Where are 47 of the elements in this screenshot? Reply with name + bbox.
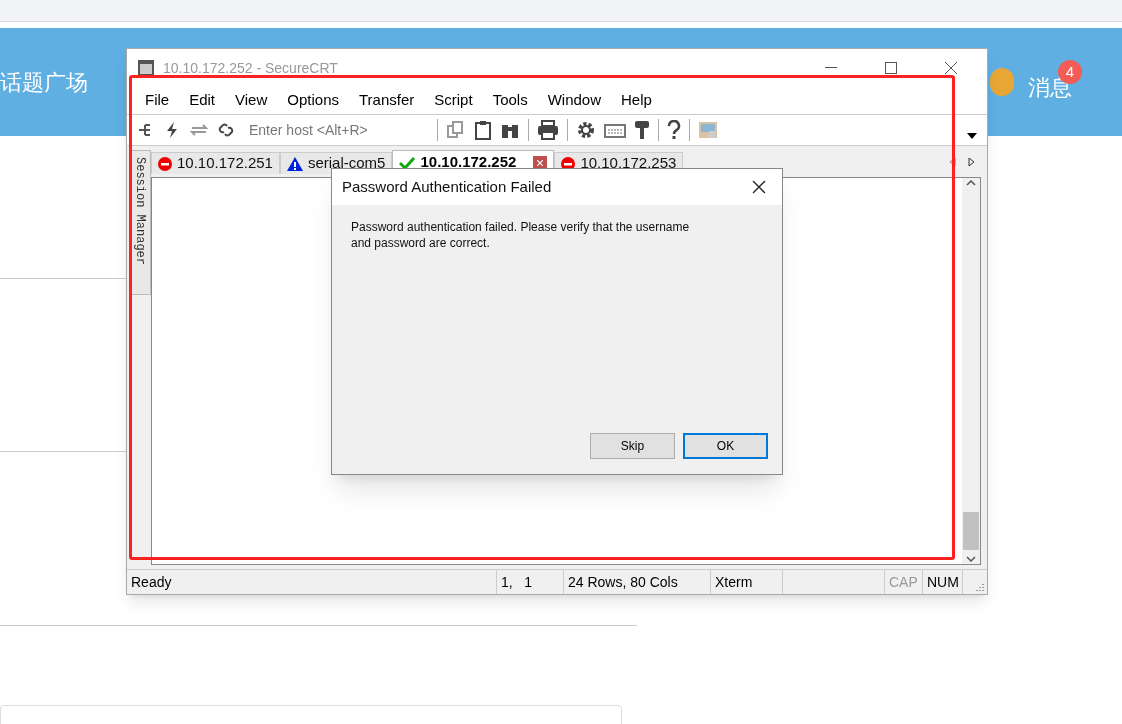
key-icon[interactable] <box>634 120 650 140</box>
no-entry-icon <box>158 156 172 171</box>
menu-item[interactable]: Transfer <box>349 89 425 112</box>
status-field: CAP <box>885 570 923 594</box>
status-field: Xterm <box>711 570 783 594</box>
scrollbar[interactable] <box>962 178 980 564</box>
window-title: 10.10.172.252 - SecureCRT <box>163 58 338 78</box>
dialog-title: Password Authentication Failed <box>342 176 553 197</box>
close-icon[interactable] <box>945 62 957 74</box>
link-icon[interactable] <box>217 121 235 139</box>
scrollbar-thumb[interactable] <box>963 512 979 550</box>
scroll-left-icon[interactable] <box>949 157 956 167</box>
status-field: Ready <box>127 570 497 594</box>
dialog-message: Password authentication failed. Please verify that the username and password are correct. <box>350 219 691 252</box>
status-field: 24 Rows, 80 Cols <box>564 570 711 594</box>
warning-icon <box>286 156 303 171</box>
menu-item[interactable]: View <box>225 89 278 112</box>
help-icon[interactable] <box>667 120 681 140</box>
checkmark-icon <box>399 155 416 170</box>
menu-item[interactable]: Tools <box>482 89 538 112</box>
tab-close-icon[interactable] <box>533 155 548 170</box>
scroll-up-icon[interactable] <box>966 180 976 186</box>
menu-item[interactable]: Edit <box>179 89 226 112</box>
dialog-button[interactable]: Skip <box>590 433 675 459</box>
menu-item[interactable]: File <box>135 89 180 112</box>
gear-icon[interactable] <box>576 120 596 140</box>
menu-item[interactable]: Window <box>537 89 611 112</box>
close-icon[interactable] <box>752 180 766 194</box>
maximize-icon[interactable] <box>885 62 897 74</box>
copy-icon[interactable] <box>446 121 466 139</box>
scroll-down-icon[interactable] <box>966 556 976 562</box>
clipboard-icon[interactable] <box>474 120 492 140</box>
session-tab[interactable]: 10.10.172.251 <box>151 152 280 174</box>
status-field: NUM <box>923 570 963 594</box>
app-icon <box>137 59 155 77</box>
dropdown-arrow-icon[interactable] <box>967 133 977 139</box>
resize-grip-icon[interactable] <box>975 582 985 592</box>
status-field: 1, 1 <box>497 570 564 594</box>
minimize-icon[interactable] <box>825 67 837 69</box>
scroll-right-icon[interactable] <box>968 157 975 167</box>
dialog-button[interactable]: OK <box>683 433 768 459</box>
menu-item[interactable]: Help <box>611 89 662 112</box>
menu-item[interactable]: Script <box>424 89 483 112</box>
menu-item[interactable]: Options <box>277 89 349 112</box>
keyboard-icon[interactable] <box>604 122 626 138</box>
printer-icon[interactable] <box>537 120 559 140</box>
host-field[interactable]: Enter host <Alt+R> <box>249 119 429 141</box>
